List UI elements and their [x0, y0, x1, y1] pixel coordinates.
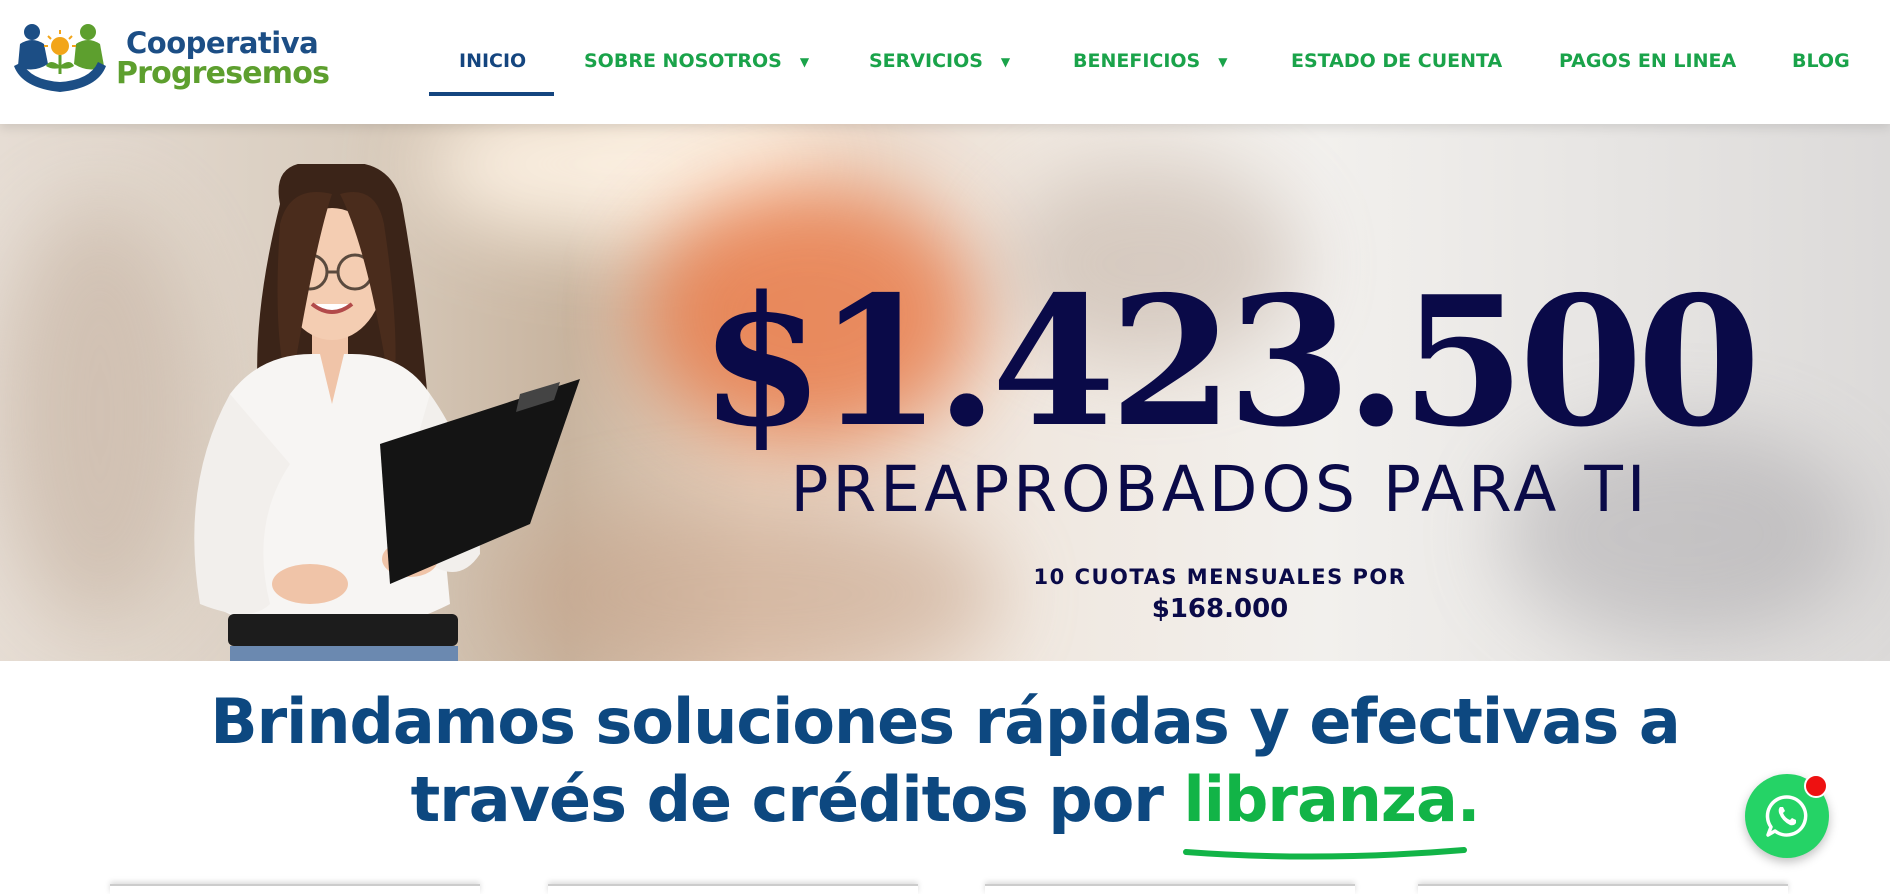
highlight-underline-stroke [1183, 847, 1467, 860]
site-header: Cooperativa Progresemos INICIO SOBRE NOS… [0, 0, 1890, 124]
nav-item-label: BENEFICIOS [1073, 50, 1201, 72]
nav-item-pagos-en-linea[interactable]: PAGOS EN LINEA [1559, 48, 1736, 74]
nav-item-label: PAGOS EN LINEA [1559, 50, 1737, 72]
monthly-installment-value: $168.000 [1151, 594, 1289, 624]
preapproved-amount: $1.423.500 [700, 257, 1761, 466]
nav-item-label: SERVICIOS [869, 50, 983, 72]
main-tagline: Brindamos soluciones rápidas y efectivas… [100, 683, 1790, 839]
card-top-edge [1418, 884, 1788, 894]
nav-item-servicios[interactable]: SERVICIOS ▼ [869, 48, 1010, 74]
whatsapp-icon [1765, 795, 1808, 837]
active-nav-underline [429, 92, 554, 96]
tagline-line2-prefix: través de créditos por [410, 763, 1184, 836]
nav-item-sobre-nosotros[interactable]: SOBRE NOSOTROS ▼ [584, 48, 809, 74]
caret-down-icon: ▼ [799, 55, 810, 69]
hero-banner[interactable]: $1.423.500 PREAPROBADOS PARA TI 10 CUOTA… [0, 124, 1890, 661]
monthly-installments-text: 10 CUOTAS MENSUALES POR [1033, 565, 1407, 589]
nav-item-label: SOBRE NOSOTROS [584, 50, 782, 72]
nav-item-label: BLOG [1792, 50, 1850, 72]
nav-item-label: INICIO [459, 50, 527, 72]
notification-dot-badge [1804, 774, 1828, 798]
nav-item-inicio[interactable]: INICIO [459, 48, 526, 74]
nav-item-blog[interactable]: BLOG [1792, 48, 1850, 74]
woman-holding-clipboard-image [194, 164, 580, 661]
caret-down-icon: ▼ [1218, 55, 1228, 69]
card-top-edge [985, 884, 1355, 894]
nav-item-estado-de-cuenta[interactable]: ESTADO DE CUENTA [1291, 48, 1502, 74]
card-top-edge [110, 884, 480, 894]
main-navigation: INICIO SOBRE NOSOTROS ▼ SERVICIOS ▼ BENEFI… [0, 0, 1890, 124]
tagline-highlight-libranza: libranza. [1183, 763, 1480, 836]
preapproved-subtitle: PREAPROBADOS PARA TI [790, 453, 1650, 526]
caret-down-icon: ▼ [1000, 55, 1011, 69]
nav-item-label: ESTADO DE CUENTA [1291, 50, 1503, 72]
nav-item-beneficios[interactable]: BENEFICIOS ▼ [1073, 48, 1227, 74]
card-top-edge [548, 884, 918, 894]
tagline-line1: Brindamos soluciones rápidas y efectivas… [210, 685, 1680, 758]
